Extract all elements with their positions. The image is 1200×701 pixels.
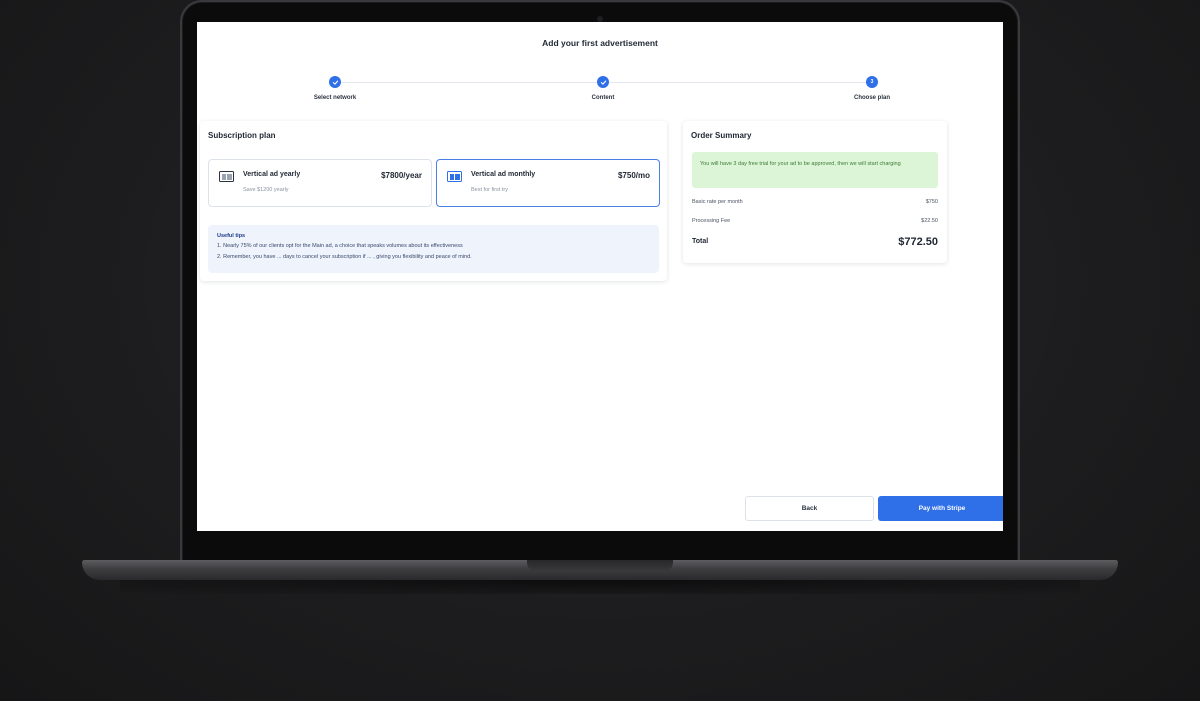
basic-rate-value: $750 <box>925 199 938 205</box>
check-icon <box>597 76 609 88</box>
order-summary-title: Order Summary <box>691 131 752 140</box>
step-label: Select network <box>313 95 357 101</box>
useful-tips: Useful tips 1. Nearly 75% of our clients… <box>208 225 659 273</box>
vertical-ad-icon <box>447 171 462 182</box>
subscription-card: Subscription plan Vertical ad yearly Sav… <box>200 121 667 281</box>
processing-fee-value: $22.50 <box>921 218 938 224</box>
order-summary-card: Order Summary You will have 3 day free t… <box>683 121 947 263</box>
tip-item: 2. Remember, you have ... days to cancel… <box>217 254 472 260</box>
laptop-notch <box>527 560 673 572</box>
back-button[interactable]: Back <box>745 496 874 521</box>
basic-rate-label: Basic rate per month <box>692 199 743 205</box>
app-screen: Add your first advertisement Select netw… <box>197 22 1003 531</box>
check-icon <box>329 76 341 88</box>
page-title: Add your first advertisement <box>542 38 658 48</box>
step-content[interactable]: Content <box>543 76 663 101</box>
vertical-ad-icon <box>219 171 234 182</box>
step-label: Content <box>591 95 615 101</box>
step-choose-plan[interactable]: 3 Choose plan <box>812 76 932 101</box>
plan-name: Vertical ad monthly <box>471 171 536 178</box>
step-select-network[interactable]: Select network <box>275 76 395 101</box>
pay-with-stripe-button[interactable]: Pay with Stripe <box>878 496 1003 521</box>
laptop-shadow <box>120 580 1080 594</box>
step-label: Choose plan <box>853 95 890 101</box>
plan-option-yearly[interactable]: Vertical ad yearly Save $1200 yearly $78… <box>208 159 432 207</box>
tip-item: 1. Nearly 75% of our clients opt for the… <box>217 243 463 249</box>
subscription-title: Subscription plan <box>208 131 276 140</box>
step-number: 3 <box>866 76 878 88</box>
plan-subtitle: Best for first try <box>471 187 508 193</box>
trial-notice: You will have 3 day free trial for your … <box>692 152 938 188</box>
tips-title: Useful tips <box>217 233 246 239</box>
total-label: Total <box>692 238 709 245</box>
plan-name: Vertical ad yearly <box>243 171 301 178</box>
plan-option-monthly[interactable]: Vertical ad monthly Best for first try $… <box>436 159 660 207</box>
plan-price: $7800/year <box>381 171 422 180</box>
plan-subtitle: Save $1200 yearly <box>243 187 289 193</box>
total-value: $772.50 <box>898 236 938 248</box>
processing-fee-label: Processing Fee <box>692 218 731 224</box>
plan-price: $750/mo <box>617 171 650 180</box>
